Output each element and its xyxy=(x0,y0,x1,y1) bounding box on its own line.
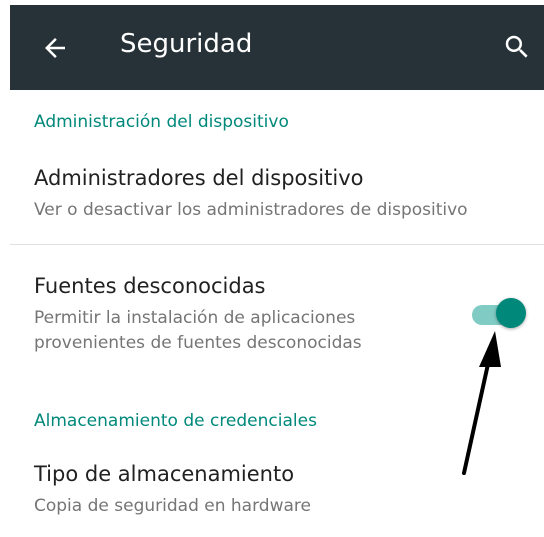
pref-device-admins-title: Administradores del dispositivo xyxy=(34,166,364,190)
pref-storage-type-summary: Copia de seguridad en hardware xyxy=(34,496,311,516)
app-bar: Seguridad xyxy=(10,5,544,90)
unknown-sources-switch[interactable] xyxy=(472,298,528,328)
pref-storage-type-title: Tipo de almacenamiento xyxy=(34,462,295,486)
search-button[interactable] xyxy=(502,32,532,62)
divider xyxy=(10,244,544,245)
pref-device-admins-summary: Ver o desactivar los administradores de … xyxy=(34,200,468,220)
page-title: Seguridad xyxy=(120,29,253,59)
pref-unknown-sources-summary-line1: Permitir la instalación de aplicaciones xyxy=(34,308,356,328)
section-header-credentials: Almacenamiento de credenciales xyxy=(34,411,317,431)
search-icon xyxy=(505,35,528,58)
pref-unknown-sources-title: Fuentes desconocidas xyxy=(34,274,266,298)
section-header-device-admin: Administración del dispositivo xyxy=(34,112,289,132)
back-button[interactable] xyxy=(40,33,70,63)
arrow-back-icon xyxy=(45,38,65,58)
pointer-arrow-icon xyxy=(462,331,501,475)
switch-thumb xyxy=(496,298,526,328)
pref-unknown-sources-summary-line2: provenientes de fuentes desconocidas xyxy=(34,333,362,353)
pref-device-admins[interactable] xyxy=(10,150,544,242)
